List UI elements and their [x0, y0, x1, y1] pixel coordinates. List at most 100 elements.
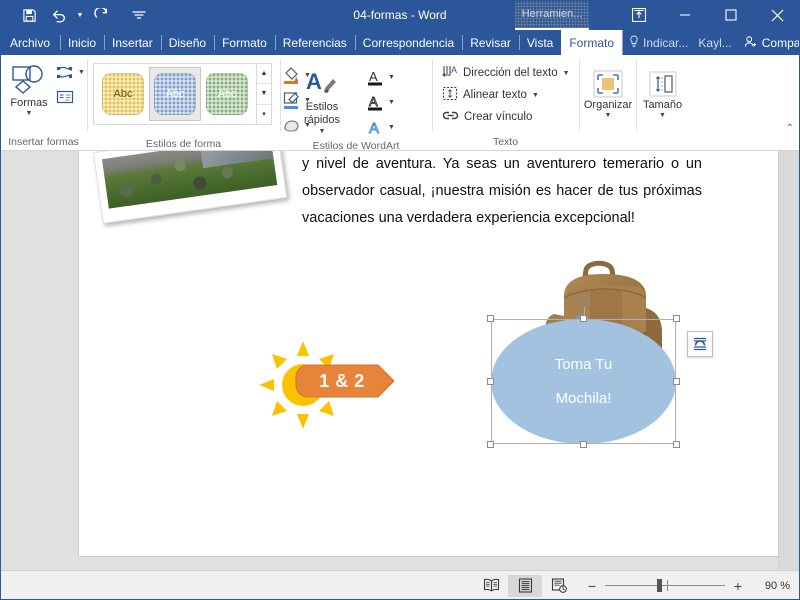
relleno-texto-caret-icon[interactable]: ▼	[388, 74, 395, 81]
wordart-side-buttons: A ▼ A ▼ A ▼	[362, 65, 395, 139]
photo-image-content	[101, 151, 278, 209]
crear-vinculo-label: Crear vínculo	[464, 111, 533, 123]
tamano-button[interactable]: Tamaño ▼	[639, 67, 686, 122]
tab-correspondencia[interactable]: Correspondencia	[354, 30, 462, 55]
title-bar: ▼ 04-formas - Word Herramien...	[0, 0, 800, 30]
close-icon[interactable]	[754, 0, 800, 30]
cuadro-texto-button[interactable]	[52, 85, 78, 109]
organizar-button[interactable]: Organizar ▼	[580, 67, 636, 122]
zoom-slider[interactable]	[605, 579, 725, 592]
tab-insertar[interactable]: Insertar	[104, 30, 161, 55]
size-icon	[649, 69, 677, 99]
tab-archivo[interactable]: Archivo	[0, 30, 60, 55]
group-label-estilos-de-forma: Estilos de forma	[145, 138, 222, 150]
undo-icon[interactable]	[44, 2, 74, 28]
chevron-down-icon[interactable]: ▼	[26, 110, 33, 118]
alinear-texto-caret-icon[interactable]: ▼	[532, 92, 539, 99]
resize-handle-nw[interactable]	[487, 315, 494, 322]
maximize-icon[interactable]	[708, 0, 754, 30]
tab-formato[interactable]: Formato	[214, 30, 275, 55]
contorno-texto-caret-icon[interactable]: ▼	[388, 99, 395, 106]
wordart-quick-styles-icon: A	[302, 65, 342, 101]
tab-vista[interactable]: Vista	[518, 30, 561, 55]
svg-text:A: A	[369, 120, 379, 136]
gallery-more-icon[interactable]: ▾	[257, 103, 271, 124]
photo-image[interactable]	[92, 151, 288, 224]
resize-handle-e[interactable]	[673, 377, 680, 385]
style-thumb-green-label: Abc	[206, 73, 248, 115]
estilos-rapidos-caret-icon[interactable]: ▼	[319, 128, 326, 136]
rotate-handle-icon[interactable]	[577, 293, 591, 307]
svg-text:A: A	[451, 65, 457, 75]
tell-me-box[interactable]: Indicar...	[622, 30, 694, 55]
shape-styles-gallery[interactable]: Abc Abc Abc	[93, 63, 257, 125]
formas-button[interactable]: Formas ▼	[6, 59, 52, 120]
resize-handle-w[interactable]	[487, 377, 494, 385]
tab-inicio[interactable]: Inicio	[60, 30, 104, 55]
document-page[interactable]: y nivel de aventura. Ya seas un aventure…	[78, 151, 778, 570]
editar-forma-caret-icon[interactable]: ▼	[78, 69, 85, 76]
share-label: Compartir	[761, 35, 800, 50]
document-paragraph[interactable]: y nivel de aventura. Ya seas un aventure…	[302, 151, 702, 232]
style-thumb-yellow[interactable]: Abc	[97, 67, 149, 121]
print-layout-button[interactable]	[508, 574, 542, 597]
quick-access-toolbar: ▼	[0, 2, 154, 28]
direccion-texto-caret-icon[interactable]: ▼	[563, 70, 570, 77]
zoom-slider-thumb[interactable]	[657, 579, 662, 592]
share-button[interactable]: Compartir	[736, 30, 800, 55]
relleno-de-texto-button[interactable]: A	[362, 65, 388, 89]
resize-handle-sw[interactable]	[487, 441, 494, 448]
organizar-label: Organizar	[583, 99, 633, 111]
tab-formato-herramientas-dibujo[interactable]: Formato	[561, 30, 623, 55]
user-account-label[interactable]: Kayl...	[694, 30, 735, 55]
ribbon-group-insertar-formas: Formas ▼ ▼ Insertar formas	[0, 55, 87, 151]
estilos-rapidos-button[interactable]: A Estilos rápidos ▼	[286, 63, 358, 138]
efectos-de-texto-button[interactable]: A	[362, 115, 388, 139]
web-layout-button[interactable]	[542, 575, 576, 597]
style-thumb-green[interactable]: Abc	[201, 67, 253, 121]
link-icon	[442, 109, 459, 125]
resize-handle-n[interactable]	[579, 315, 587, 322]
insertar-formas-side-buttons: ▼	[52, 60, 85, 109]
layout-options-button[interactable]	[687, 331, 713, 357]
gallery-scroll-up-icon[interactable]: ▲	[257, 64, 271, 83]
arrow-banner-shape[interactable]: 1 & 2	[294, 363, 404, 399]
organizar-caret-icon[interactable]: ▼	[605, 112, 612, 120]
zoom-control: − +	[586, 578, 744, 594]
customize-qat-icon[interactable]	[124, 2, 154, 28]
zoom-level-label[interactable]: 90 %	[750, 580, 790, 592]
resize-handle-ne[interactable]	[673, 315, 680, 322]
read-mode-button[interactable]	[474, 575, 508, 597]
ribbon-display-options-icon[interactable]	[616, 0, 662, 30]
zoom-in-button[interactable]: +	[732, 578, 744, 594]
alinear-texto-button[interactable]: Alinear texto ▼	[440, 84, 539, 106]
tamano-caret-icon[interactable]: ▼	[659, 112, 666, 120]
ribbon-group-estilos-de-forma: Abc Abc Abc ▲ ▼ ▾ ▼ ▼ ▼ Estilos de forma	[87, 55, 311, 151]
redo-icon[interactable]	[86, 2, 116, 28]
contorno-de-texto-button[interactable]: A	[362, 90, 388, 114]
tab-diseno[interactable]: Diseño	[160, 30, 214, 55]
selection-bounding-box	[491, 319, 676, 444]
zoom-out-button[interactable]: −	[586, 578, 598, 594]
person-add-icon	[744, 35, 758, 51]
group-label-organizar	[579, 135, 636, 151]
style-thumb-blue[interactable]: Abc	[149, 67, 201, 121]
resize-handle-s[interactable]	[579, 441, 587, 448]
contextual-tab-label: Herramien...	[515, 0, 589, 30]
ellipse-shape-selection[interactable]: Toma Tu Mochila!	[487, 294, 680, 448]
tab-revisar[interactable]: Revisar	[462, 30, 519, 55]
vertical-scrollbar[interactable]	[778, 151, 800, 570]
minimize-icon[interactable]	[662, 0, 708, 30]
resize-handle-se[interactable]	[673, 441, 680, 448]
efectos-texto-caret-icon[interactable]: ▼	[388, 124, 395, 131]
collapse-ribbon-icon[interactable]: ⌃	[786, 123, 794, 134]
editar-forma-button[interactable]	[52, 60, 78, 84]
undo-dropdown-icon[interactable]: ▼	[74, 2, 86, 28]
formas-label: Formas	[10, 97, 48, 109]
gallery-scroll-down-icon[interactable]: ▼	[257, 83, 271, 103]
svg-text:A: A	[306, 69, 322, 94]
save-icon[interactable]	[14, 2, 44, 28]
crear-vinculo-button[interactable]: Crear vínculo	[440, 106, 532, 128]
tab-referencias[interactable]: Referencias	[274, 30, 355, 55]
direccion-del-texto-button[interactable]: A Dirección del texto ▼	[440, 62, 570, 84]
